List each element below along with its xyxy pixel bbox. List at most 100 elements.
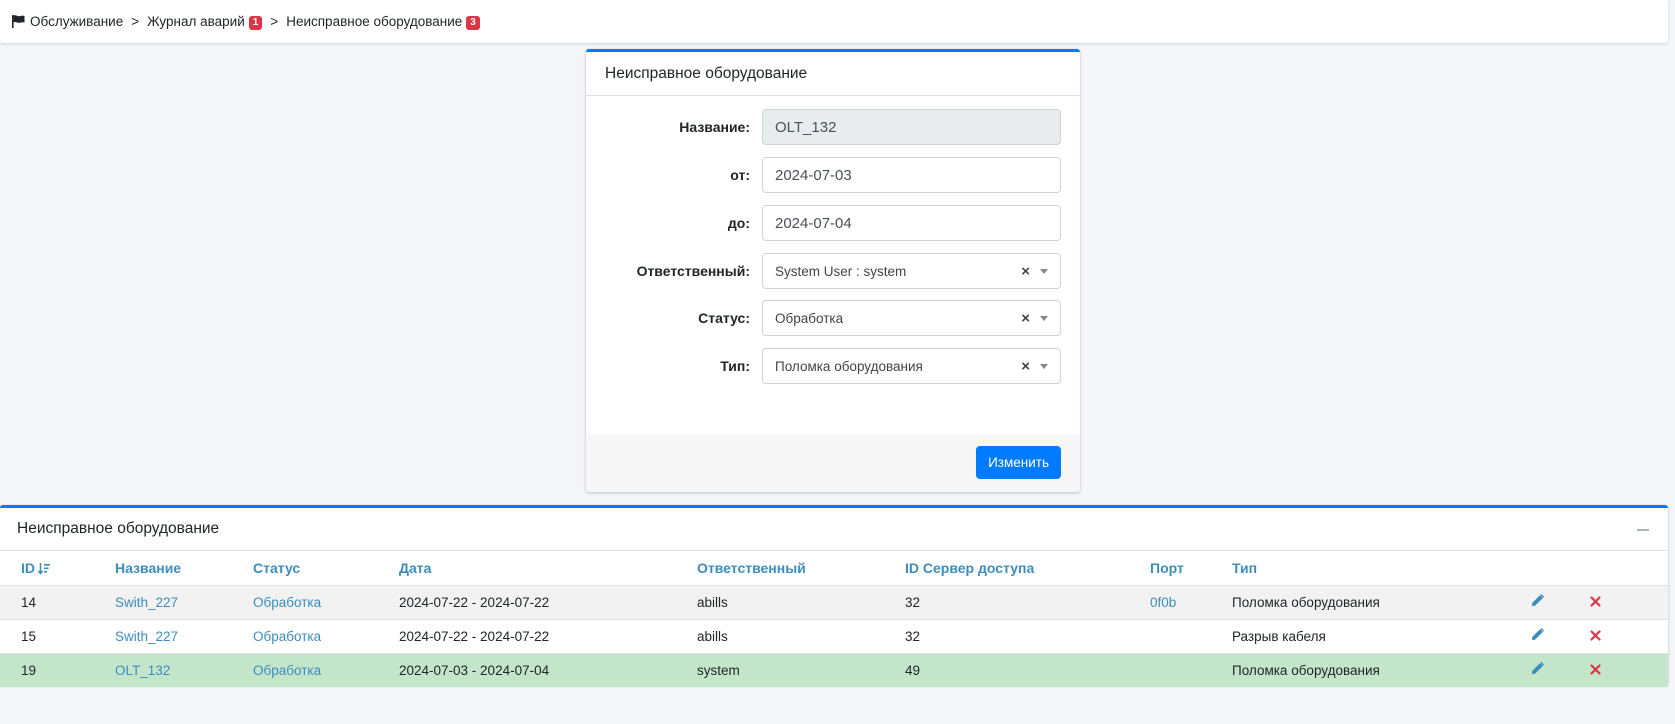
breadcrumb-item-faulty-equipment[interactable]: Неисправное оборудование 3 — [286, 14, 480, 30]
cell-port — [1150, 652, 1232, 687]
breadcrumb: Обслуживание > Журнал аварий 1 > Неисправ… — [0, 0, 1668, 43]
cell-server-id: 32 — [905, 584, 1150, 619]
cell-status[interactable]: Обработка — [253, 618, 399, 653]
cell-status[interactable]: Обработка — [253, 584, 399, 619]
cell-port[interactable]: 0f0b — [1150, 584, 1232, 619]
cell-server-id: 32 — [905, 618, 1150, 653]
pencil-icon[interactable] — [1531, 662, 1544, 675]
cell-delete — [1590, 652, 1668, 687]
column-header-edit — [1531, 551, 1590, 585]
times-icon[interactable] — [1590, 629, 1601, 641]
cell-edit — [1531, 652, 1590, 687]
cell-port — [1150, 618, 1232, 653]
date-from-label: от: — [730, 167, 750, 183]
type-select[interactable]: Поломка оборудования × — [762, 348, 1061, 384]
breadcrumb-item-label: Неисправное оборудование — [286, 13, 463, 29]
breadcrumb-separator: > — [131, 14, 140, 29]
pencil-icon[interactable] — [1531, 594, 1544, 607]
form-card-title: Неисправное оборудование — [586, 52, 1080, 96]
count-badge: 1 — [248, 15, 263, 30]
cell-status[interactable]: Обработка — [253, 652, 399, 687]
column-header-name[interactable]: Название — [115, 551, 253, 585]
date-from-field[interactable]: 2024-07-03 — [762, 157, 1061, 193]
times-icon[interactable] — [1590, 664, 1601, 675]
cell-date: 2024-07-03 - 2024-07-04 — [399, 652, 697, 687]
cell-date: 2024-07-22 - 2024-07-22 — [399, 584, 697, 619]
status-link[interactable]: Обработка — [253, 629, 321, 644]
cell-edit — [1531, 618, 1590, 653]
breadcrumb-item-accident-log[interactable]: Журнал аварий 1 — [147, 14, 263, 30]
cell-delete — [1590, 584, 1668, 619]
date-to-label: до: — [727, 215, 750, 231]
cell-edit — [1531, 584, 1590, 619]
form-row-type: Тип: Поломка оборудования × — [586, 348, 1080, 384]
column-header-port[interactable]: Порт — [1150, 551, 1232, 585]
status-label: Статус: — [698, 310, 750, 326]
cell-name[interactable]: Swith_227 — [115, 584, 253, 619]
clear-icon[interactable]: × — [1021, 263, 1030, 280]
times-icon[interactable] — [1590, 595, 1601, 607]
column-header-label: ID — [21, 559, 35, 576]
table-row: 15 Swith_227 Обработка 2024-07-22 - 2024… — [0, 618, 1668, 653]
chevron-down-icon — [1040, 364, 1048, 369]
equipment-table-card: Неисправное оборудование ID Название Ста… — [0, 505, 1668, 687]
equipment-name-link[interactable]: Swith_227 — [115, 629, 178, 644]
breadcrumb-separator: > — [270, 14, 279, 29]
table-card-header: Неисправное оборудование — [0, 508, 1668, 551]
responsible-selected-value: System User : system — [775, 263, 907, 279]
form-card-footer: Изменить — [586, 435, 1080, 492]
equipment-form-card: Неисправное оборудование Название: OLT_1… — [586, 49, 1080, 492]
pencil-icon[interactable] — [1531, 628, 1544, 641]
column-header-server-id[interactable]: ID Сервер доступа — [905, 551, 1150, 585]
equipment-name-link[interactable]: OLT_132 — [115, 663, 170, 678]
type-selected-value: Поломка оборудования — [775, 358, 923, 374]
column-header-date[interactable]: Дата — [399, 551, 697, 585]
table-header-row: ID Название Статус Дата Ответственный ID… — [0, 551, 1668, 585]
cell-id: 15 — [0, 618, 115, 653]
port-link[interactable]: 0f0b — [1150, 595, 1176, 610]
equipment-table: ID Название Статус Дата Ответственный ID… — [0, 551, 1668, 687]
type-label: Тип: — [720, 358, 750, 374]
flag-icon — [12, 15, 26, 28]
table-card-title: Неисправное оборудование — [17, 520, 220, 537]
minus-icon[interactable] — [1637, 529, 1649, 531]
cell-type: Разрыв кабеля — [1232, 618, 1531, 653]
status-link[interactable]: Обработка — [253, 595, 321, 610]
cell-responsible: abills — [697, 584, 905, 619]
status-select[interactable]: Обработка × — [762, 300, 1061, 336]
cell-id: 14 — [0, 584, 115, 619]
change-button[interactable]: Изменить — [976, 446, 1061, 479]
column-header-id[interactable]: ID — [0, 551, 115, 585]
column-header-responsible[interactable]: Ответственный — [697, 551, 905, 585]
cell-name[interactable]: Swith_227 — [115, 618, 253, 653]
breadcrumb-item-service[interactable]: Обслуживание — [30, 14, 123, 29]
cell-type: Поломка оборудования — [1232, 652, 1531, 687]
status-selected-value: Обработка — [775, 310, 844, 326]
clear-icon[interactable]: × — [1021, 310, 1030, 327]
name-label: Название: — [679, 119, 750, 135]
clear-icon[interactable]: × — [1021, 358, 1030, 375]
form-row-from: от: 2024-07-03 — [586, 157, 1080, 193]
table-row-highlighted: 19 OLT_132 Обработка 2024-07-03 - 2024-0… — [0, 652, 1668, 687]
column-header-type[interactable]: Тип — [1232, 551, 1531, 585]
status-link[interactable]: Обработка — [253, 663, 321, 678]
cell-responsible: abills — [697, 618, 905, 653]
chevron-down-icon — [1040, 269, 1048, 274]
form-row-name: Название: OLT_132 — [586, 109, 1080, 145]
chevron-down-icon — [1040, 316, 1048, 321]
cell-date: 2024-07-22 - 2024-07-22 — [399, 618, 697, 653]
responsible-select[interactable]: System User : system × — [762, 253, 1061, 289]
date-to-field[interactable]: 2024-07-04 — [762, 205, 1061, 241]
form-row-status: Статус: Обработка × — [586, 300, 1080, 336]
responsible-label: Ответственный: — [636, 263, 750, 279]
cell-type: Поломка оборудования — [1232, 584, 1531, 619]
column-header-status[interactable]: Статус — [253, 551, 399, 585]
equipment-name-link[interactable]: Swith_227 — [115, 595, 178, 610]
count-badge: 3 — [466, 15, 480, 30]
cell-delete — [1590, 618, 1668, 653]
name-field[interactable]: OLT_132 — [762, 109, 1061, 145]
form-row-to: до: 2024-07-04 — [586, 205, 1080, 241]
table-row: 14 Swith_227 Обработка 2024-07-22 - 2024… — [0, 584, 1668, 619]
cell-name[interactable]: OLT_132 — [115, 652, 253, 687]
cell-responsible: system — [697, 652, 905, 687]
